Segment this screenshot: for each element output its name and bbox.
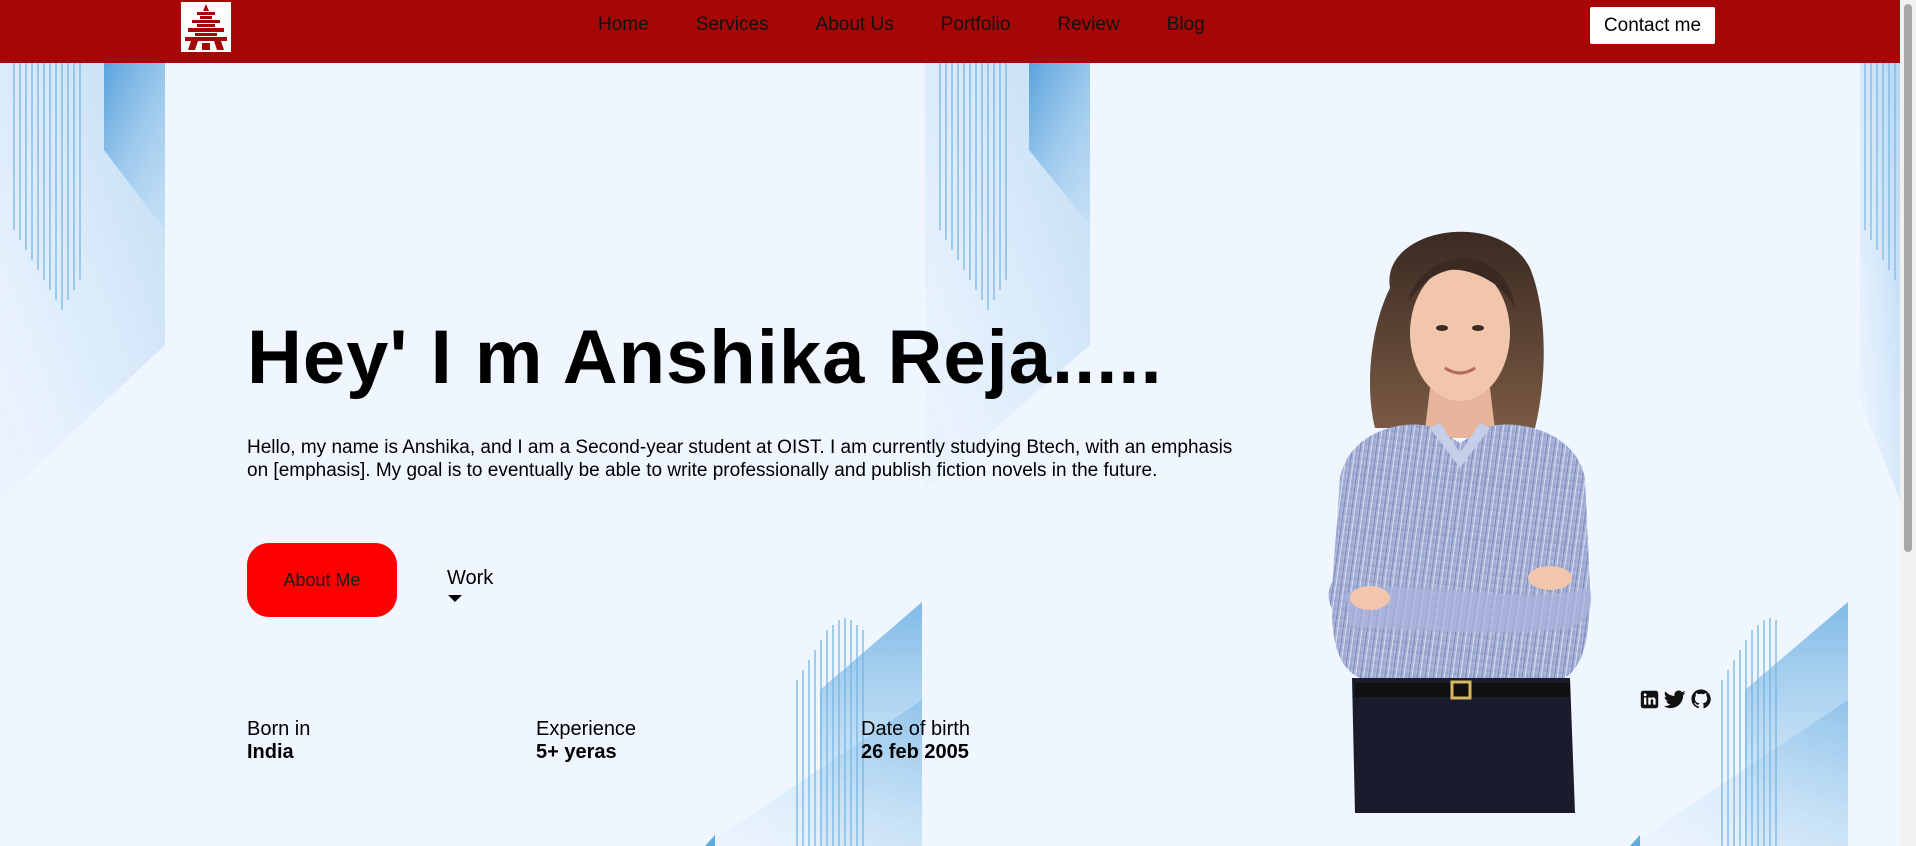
twitter-icon[interactable]: [1664, 690, 1686, 709]
info-experience: Experience 5+ yeras: [536, 718, 636, 764]
experience-label: Experience: [536, 718, 637, 740]
social-links: [1640, 689, 1711, 709]
info-born: Born in India: [247, 718, 310, 764]
navbar: Home Services About Us Portfolio Review …: [0, 0, 1900, 63]
github-icon[interactable]: [1691, 689, 1711, 709]
born-label: Born in: [247, 718, 311, 740]
contact-button[interactable]: Contact me: [1590, 7, 1715, 44]
experience-value: 5+ yeras: [536, 741, 617, 763]
pagoda-logo-icon: [185, 4, 227, 50]
hero-title: Hey' I m Anshika Reja.....: [247, 315, 1163, 400]
work-dropdown[interactable]: Work: [447, 567, 493, 602]
nav-link-portfolio[interactable]: Portfolio: [941, 14, 1011, 36]
dob-label: Date of birth: [861, 718, 970, 740]
born-value: India: [247, 741, 294, 763]
dob-value: 26 feb 2005: [861, 741, 969, 763]
nav-link-review[interactable]: Review: [1057, 14, 1119, 36]
info-dob: Date of birth 26 feb 2005: [861, 718, 970, 764]
profile-portrait: [1328, 231, 1592, 813]
hero-description: Hello, my name is Anshika, and I am a Se…: [247, 437, 1233, 481]
about-me-button[interactable]: About Me: [247, 543, 397, 617]
caret-down-icon: [448, 595, 462, 602]
nav-links: Home Services About Us Portfolio Review …: [598, 0, 1252, 50]
work-label: Work: [447, 567, 494, 589]
nav-link-about-us[interactable]: About Us: [816, 14, 894, 36]
nav-link-services[interactable]: Services: [696, 14, 769, 36]
logo[interactable]: [181, 2, 231, 52]
linkedin-icon[interactable]: [1640, 690, 1659, 709]
page-scrollbar[interactable]: [1900, 0, 1916, 846]
nav-link-home[interactable]: Home: [598, 14, 649, 36]
scrollbar-thumb[interactable]: [1904, 4, 1912, 552]
nav-link-blog[interactable]: Blog: [1167, 14, 1205, 36]
